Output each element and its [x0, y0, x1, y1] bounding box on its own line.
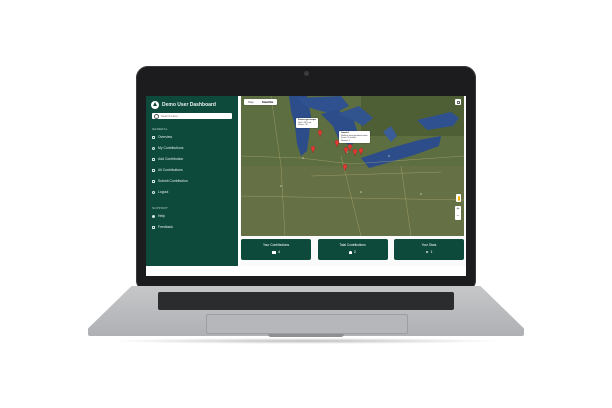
- logout-icon: [152, 190, 155, 194]
- list-icon: [152, 168, 155, 172]
- upload-icon: [152, 179, 155, 183]
- help-icon: [152, 214, 155, 218]
- map-info-window-1: Perfect got crops Total: 432 ft sq Statu…: [296, 118, 318, 128]
- laptop-screen: Demo User Dashboard GENERAL Overview My …: [146, 96, 466, 276]
- stat-card-your-stars[interactable]: Your Stars 1: [394, 239, 464, 260]
- star-icon: [425, 250, 429, 254]
- camera-icon: [304, 71, 309, 76]
- satellite-map: [241, 96, 464, 236]
- info-line: Review: 4: [341, 139, 350, 142]
- sidebar-item-label: Overview: [158, 135, 173, 139]
- laptop-shadow: [108, 338, 504, 344]
- stat-value: 4: [278, 250, 280, 254]
- zoom-control: + −: [455, 206, 461, 220]
- zoom-in-button[interactable]: +: [455, 206, 461, 213]
- keyboard: [158, 292, 454, 310]
- laptop-lid: Demo User Dashboard GENERAL Overview My …: [136, 66, 476, 292]
- sidebar-item-feedback[interactable]: Feedback: [152, 224, 173, 230]
- sidebar-item-label: Logout: [158, 190, 169, 194]
- brand[interactable]: Demo User Dashboard: [151, 100, 216, 109]
- map-info-window-2: Good 4 Wallace along peatland native Sco…: [339, 131, 370, 144]
- dashboard-app: Demo User Dashboard GENERAL Overview My …: [146, 96, 466, 266]
- sidebar-item-label: My Contributions: [158, 146, 184, 150]
- sidebar-item-all-contributions[interactable]: All Contributions: [152, 167, 183, 173]
- sidebar-item-overview[interactable]: Overview: [152, 134, 172, 140]
- street-view-pegman-icon[interactable]: [456, 194, 461, 202]
- stats-row: Your Contributions 4 Total Contributions…: [241, 239, 464, 263]
- plus-icon: [152, 157, 155, 161]
- stat-value-row: 2: [318, 250, 388, 254]
- section-label-general: GENERAL: [152, 127, 168, 131]
- map-icon: [272, 250, 276, 254]
- feedback-icon: [152, 225, 155, 229]
- tab-map[interactable]: Map: [244, 99, 258, 105]
- brand-logo-icon: [151, 100, 159, 109]
- sidebar-item-submit-contribution[interactable]: Submit Contribution: [152, 178, 188, 184]
- trackpad: [206, 314, 408, 334]
- keyboard-deck: [88, 286, 524, 336]
- stat-value: 1: [430, 250, 433, 254]
- stat-card-total-contributions[interactable]: Total Contributions 2: [317, 239, 388, 260]
- sidebar-item-my-contributions[interactable]: My Contributions: [152, 145, 183, 151]
- sidebar-item-label: Feedback: [158, 225, 173, 229]
- stat-value-row: 4: [241, 250, 311, 254]
- stat-title: Total Contributions: [339, 243, 366, 247]
- stat-card-your-contributions[interactable]: Your Contributions 4: [241, 239, 311, 260]
- sidebar-item-label: Help: [158, 214, 165, 218]
- sidebar: Demo User Dashboard GENERAL Overview My …: [146, 96, 238, 266]
- map-view[interactable]: Map Satellite Perfect got crops Total: 4…: [241, 96, 464, 236]
- people-icon: [349, 250, 352, 254]
- search-box: [152, 113, 232, 119]
- main-content: Map Satellite Perfect got crops Total: 4…: [241, 96, 466, 266]
- stat-title: Your Contributions: [262, 243, 290, 247]
- info-line: Status: OK: [298, 124, 308, 127]
- user-icon: [152, 146, 155, 150]
- sidebar-item-help[interactable]: Help: [152, 213, 165, 219]
- stat-value-row: 1: [394, 250, 464, 254]
- tab-satellite[interactable]: Satellite: [258, 99, 278, 105]
- sidebar-item-label: All Contributions: [158, 168, 183, 172]
- app-title: Demo User Dashboard: [162, 101, 216, 108]
- stat-value: 2: [354, 250, 356, 254]
- sidebar-item-label: Submit Contribution: [158, 179, 188, 183]
- search-input[interactable]: [159, 113, 231, 119]
- laptop-base: [88, 286, 524, 346]
- front-notch: [268, 334, 344, 337]
- grid-icon: [152, 135, 155, 139]
- fullscreen-button[interactable]: [455, 99, 461, 105]
- sidebar-item-add-contribution[interactable]: Add Contribution: [152, 156, 183, 162]
- stat-title: Your Stars: [421, 243, 437, 247]
- sidebar-item-logout[interactable]: Logout: [152, 189, 168, 195]
- section-label-support: SUPPORT: [152, 206, 168, 210]
- sidebar-item-label: Add Contribution: [158, 157, 184, 161]
- map-type-toggle: Map Satellite: [244, 99, 278, 105]
- zoom-out-button[interactable]: −: [455, 213, 461, 220]
